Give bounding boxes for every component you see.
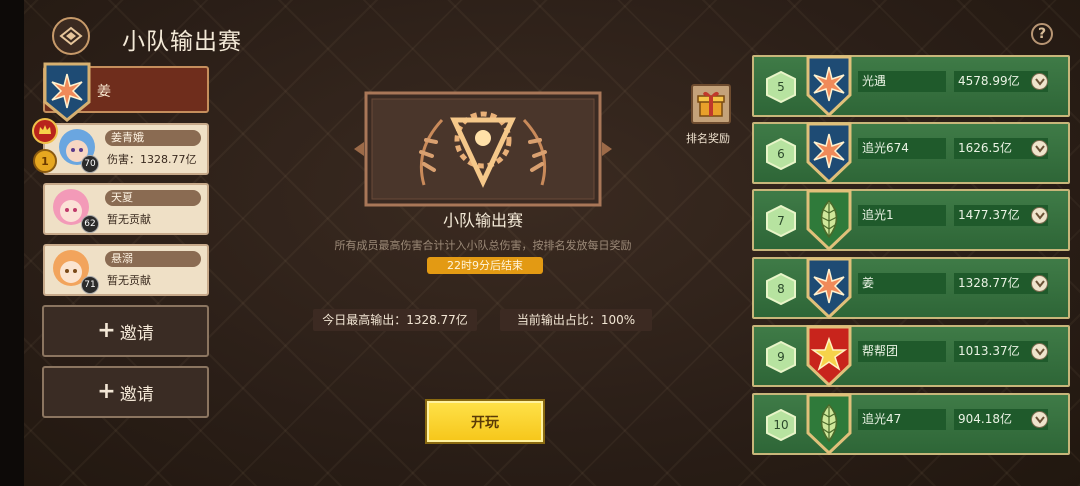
invite-label: 邀请 <box>119 323 154 344</box>
page-title: 小队输出赛 <box>122 29 242 55</box>
rank-number: 6 <box>777 147 785 161</box>
team-emblem-icon <box>806 189 852 251</box>
member-name: 悬溺 <box>105 251 201 267</box>
member-level: 70 <box>81 155 99 173</box>
rank-number-badge: 8 <box>766 272 796 306</box>
expand-chevron-icon[interactable] <box>1031 207 1048 224</box>
team-emblem-icon <box>806 325 852 387</box>
ranking-row[interactable]: 6 追光674 1626.5亿 <box>752 122 1070 184</box>
chevron-down-icon <box>1034 144 1045 153</box>
rank-team-name: 光遇 <box>858 71 946 92</box>
expand-chevron-icon[interactable] <box>1031 73 1048 90</box>
member-damage: 伤害：1328.77亿 <box>107 153 197 166</box>
rank-reward-button[interactable] <box>691 84 731 124</box>
ranking-row[interactable]: 7 追光1 1477.37亿 <box>752 189 1070 251</box>
expand-chevron-icon[interactable] <box>1031 275 1048 292</box>
rank-number: 7 <box>777 214 785 228</box>
rank-team-name: 帮帮团 <box>858 341 946 362</box>
play-button[interactable]: 开玩 <box>425 399 545 444</box>
plus-icon: + <box>97 379 116 404</box>
expand-chevron-icon[interactable] <box>1031 140 1048 157</box>
rank-number-badge: 5 <box>766 70 796 104</box>
team-name: 姜 <box>97 84 111 100</box>
rank-number-badge: 7 <box>766 204 796 238</box>
chevron-down-icon <box>1034 77 1045 86</box>
rank-team-name: 追光1 <box>858 205 946 226</box>
invite-label: 邀请 <box>119 384 154 405</box>
chevron-down-icon <box>1034 415 1045 424</box>
rank-number: 5 <box>777 80 785 94</box>
rank-number-badge: 9 <box>766 340 796 374</box>
ranking-row[interactable]: 10 追光47 904.18亿 <box>752 393 1070 455</box>
plus-icon: + <box>97 318 116 343</box>
rank-team-name: 追光674 <box>858 138 946 159</box>
chevron-down-icon <box>1034 211 1045 220</box>
rank-number-badge: 10 <box>766 408 796 442</box>
member-contribution: 暂无贡献 <box>107 274 151 287</box>
rank-number: 9 <box>777 350 785 364</box>
back-arrow-icon <box>59 26 83 46</box>
member-card[interactable]: 1 70 姜青娥 伤害：1328.77亿 <box>32 118 209 175</box>
rank-number-badge: 6 <box>766 137 796 171</box>
team-emblem-icon <box>806 393 852 455</box>
chevron-down-icon <box>1034 347 1045 356</box>
rank-number: 8 <box>777 282 785 296</box>
ranking-row[interactable]: 5 光遇 4578.99亿 <box>752 55 1070 117</box>
team-emblem-icon <box>806 257 852 319</box>
expand-chevron-icon[interactable] <box>1031 343 1048 360</box>
help-icon[interactable]: ? <box>1031 23 1053 45</box>
current-output-ratio: 当前输出占比：100% <box>500 309 652 331</box>
rank-reward-label: 排名奖励 <box>686 132 730 145</box>
rank-number: 10 <box>773 418 789 432</box>
ranking-row[interactable]: 9 帮帮团 1013.37亿 <box>752 325 1070 387</box>
team-emblem-icon <box>806 122 852 184</box>
rank-first-badge: 1 <box>33 149 57 173</box>
team-emblem-icon <box>43 62 91 122</box>
crown-badge-icon <box>32 118 58 144</box>
rank-team-name: 姜 <box>858 273 946 294</box>
chevron-down-icon <box>1034 279 1045 288</box>
expand-chevron-icon[interactable] <box>1031 411 1048 428</box>
team-emblem-icon <box>806 55 852 117</box>
back-button[interactable] <box>52 17 90 55</box>
event-banner-icon <box>354 91 612 207</box>
member-level: 71 <box>81 276 99 294</box>
gift-icon <box>697 91 725 117</box>
today-max-output: 今日最高输出：1328.77亿 <box>313 309 477 331</box>
rank-team-name: 追光47 <box>858 409 946 430</box>
countdown-badge: 22时9分后结束 <box>427 257 543 274</box>
ranking-row[interactable]: 8 姜 1328.77亿 <box>752 257 1070 319</box>
invite-button[interactable]: + 邀请 <box>42 366 209 418</box>
member-name: 姜青娥 <box>105 130 201 146</box>
member-name: 天夏 <box>105 190 201 206</box>
invite-button[interactable]: + 邀请 <box>42 305 209 357</box>
